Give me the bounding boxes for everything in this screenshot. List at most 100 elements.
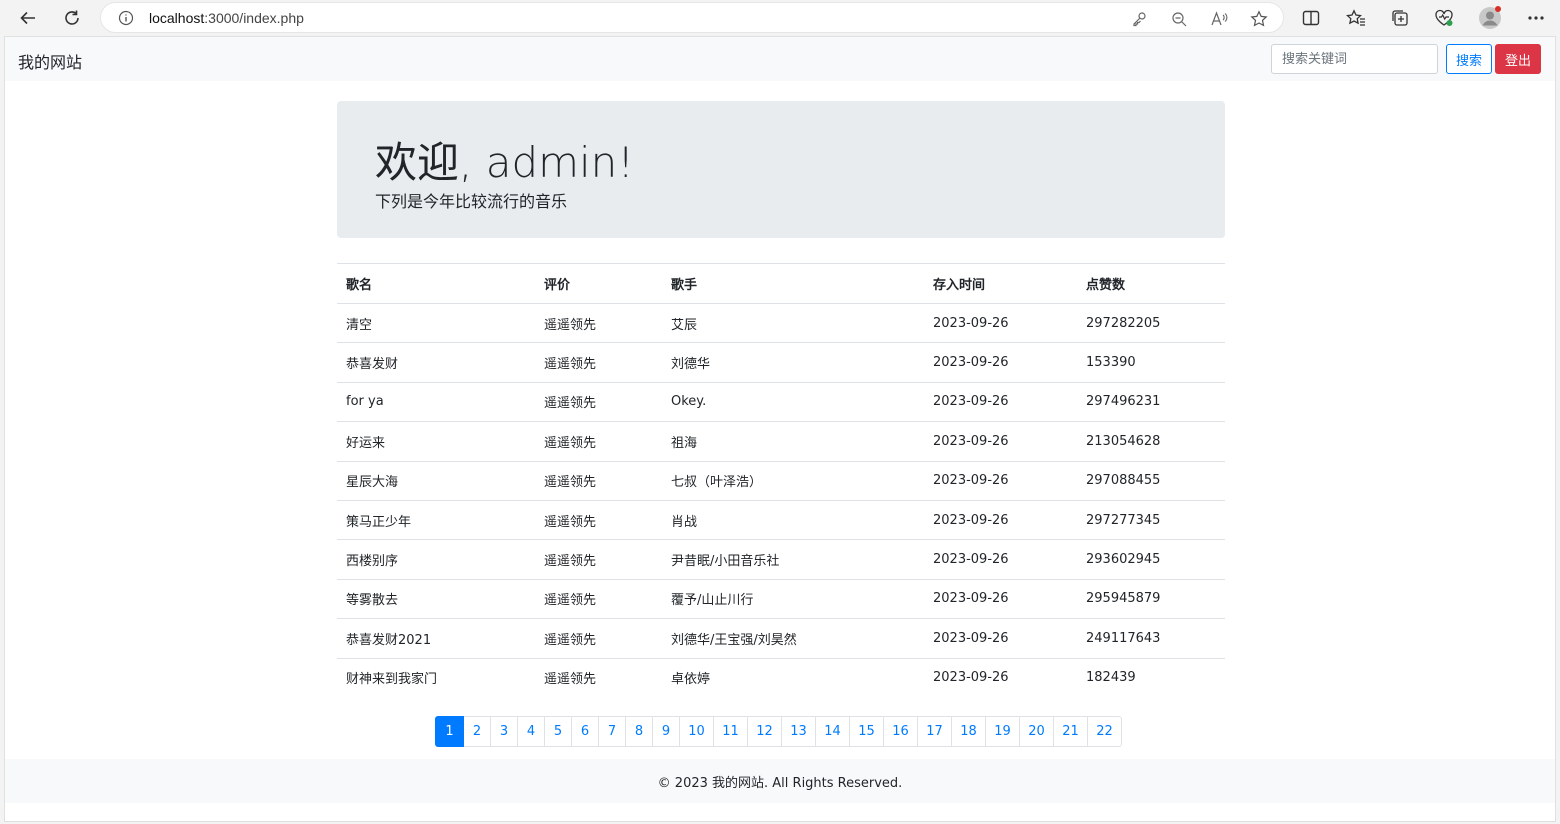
song-rating: 遥遥领先 — [544, 317, 597, 333]
favorite-star-icon[interactable] — [1249, 9, 1269, 29]
column-header-title: 歌名 — [337, 263, 535, 304]
table-row: for ya 遥遥领先 Okey. 2023-09-26 297496231 — [337, 381, 1225, 422]
table-row: 策马正少年 遥遥领先 肖战 2023-09-26 297277345 — [337, 499, 1225, 540]
page-link-4[interactable]: 4 — [517, 716, 545, 747]
song-artist: Okey. — [662, 381, 924, 422]
collections-icon[interactable] — [1388, 6, 1412, 30]
page-link-7[interactable]: 7 — [598, 716, 626, 747]
page-link-6[interactable]: 6 — [571, 716, 599, 747]
song-date: 2023-09-26 — [924, 618, 1077, 659]
url-text[interactable]: localhost:3000/index.php — [149, 10, 304, 26]
song-artist: 祖海 — [662, 421, 924, 462]
site-brand[interactable]: 我的网站 — [18, 49, 82, 73]
song-rating: 遥遥领先 — [535, 421, 662, 462]
songs-table: 歌名 评价 歌手 存入时间 点赞数 清空 遥遥领先 艾辰 2023-09-26 … — [337, 263, 1225, 698]
song-artist: 刘德华/王宝强/刘昊然 — [662, 618, 924, 659]
zoom-out-icon[interactable] — [1169, 9, 1189, 29]
more-menu-icon[interactable] — [1524, 6, 1548, 30]
page-link-15[interactable]: 15 — [849, 716, 884, 747]
song-rating: 遥遥领先 — [535, 342, 662, 383]
song-likes: 297088455 — [1077, 460, 1225, 501]
page-link-20[interactable]: 20 — [1019, 716, 1054, 747]
key-icon[interactable] — [1129, 9, 1149, 29]
table-row: 等雾散去 遥遥领先 覆予/山止川行 2023-09-26 295945879 — [337, 578, 1225, 619]
song-rating: 遥遥领先 — [535, 499, 662, 540]
song-likes: 153390 — [1077, 342, 1225, 383]
song-artist: 覆予/山止川行 — [662, 578, 924, 619]
page-link-5[interactable]: 5 — [544, 716, 572, 747]
favorites-icon[interactable] — [1344, 6, 1368, 30]
page-link-14[interactable]: 14 — [815, 716, 850, 747]
page-link-2[interactable]: 2 — [463, 716, 491, 747]
read-aloud-icon[interactable] — [1209, 9, 1229, 29]
song-date: 2023-09-26 — [924, 578, 1077, 619]
page-link-3[interactable]: 3 — [490, 716, 518, 747]
song-rating: 遥遥领先 — [535, 539, 662, 580]
page-link-18[interactable]: 18 — [951, 716, 986, 747]
info-icon[interactable] — [117, 9, 135, 27]
back-arrow-icon[interactable] — [14, 4, 42, 32]
song-rating: 遥遥领先 — [535, 460, 662, 501]
song-likes: 249117643 — [1077, 618, 1225, 659]
song-title: 好运来 — [337, 421, 535, 462]
song-artist: 艾辰 — [671, 317, 698, 333]
song-title: for ya — [337, 381, 535, 422]
song-likes: 293602945 — [1077, 539, 1225, 580]
song-rating: 遥遥领先 — [535, 381, 662, 422]
page-link-13[interactable]: 13 — [781, 716, 816, 747]
site-footer: © 2023 我的网站. All Rights Reserved. — [5, 759, 1555, 803]
footer-copyright: © 2023 我的网站. All Rights Reserved. — [657, 775, 903, 791]
page-link-12[interactable]: 12 — [747, 716, 782, 747]
song-artist: 肖战 — [662, 499, 924, 540]
song-title: 策马正少年 — [337, 499, 535, 540]
refresh-icon[interactable] — [58, 4, 86, 32]
search-button[interactable]: 搜索 — [1446, 44, 1492, 74]
song-rating: 遥遥领先 — [535, 618, 662, 659]
table-row: 好运来 遥遥领先 祖海 2023-09-26 213054628 — [337, 421, 1225, 462]
page-link-8[interactable]: 8 — [625, 716, 653, 747]
page-link-1[interactable]: 1 — [435, 716, 464, 747]
welcome-subtitle: 下列是今年比较流行的音乐 — [375, 192, 568, 211]
logout-button[interactable]: 登出 — [1495, 44, 1541, 74]
song-date: 2023-09-26 — [924, 499, 1077, 540]
profile-avatar-icon[interactable] — [1478, 6, 1502, 30]
browser-essentials-icon[interactable] — [1432, 6, 1456, 30]
song-likes: 297496231 — [1077, 381, 1225, 422]
column-header-rating: 评价 — [535, 263, 662, 304]
table-row: 清空 遥遥领先 艾辰 2023-09-26 297282205 — [337, 304, 1225, 343]
song-artist: 尹昔眠/小田音乐社 — [662, 539, 924, 580]
page-link-11[interactable]: 11 — [713, 716, 748, 747]
site-navbar: 我的网站 搜索 登出 — [5, 37, 1555, 81]
page-link-9[interactable]: 9 — [652, 716, 680, 747]
song-rating: 遥遥领先 — [535, 657, 662, 698]
column-header-date: 存入时间 — [924, 263, 1077, 304]
page-link-19[interactable]: 19 — [985, 716, 1020, 747]
page-link-17[interactable]: 17 — [917, 716, 952, 747]
song-artist: 刘德华 — [662, 342, 924, 383]
split-screen-icon[interactable] — [1299, 6, 1323, 30]
song-title: 西楼别序 — [337, 539, 535, 580]
song-date: 2023-09-26 — [924, 381, 1077, 422]
page-link-10[interactable]: 10 — [679, 716, 714, 747]
page-link-16[interactable]: 16 — [883, 716, 918, 747]
song-likes: 182439 — [1077, 657, 1225, 698]
address-bar[interactable]: localhost:3000/index.php — [100, 2, 1284, 33]
page-link-22[interactable]: 22 — [1087, 716, 1122, 747]
table-row: 恭喜发财2021 遥遥领先 刘德华/王宝强/刘昊然 2023-09-26 249… — [337, 618, 1225, 659]
page-link-21[interactable]: 21 — [1053, 716, 1088, 747]
song-artist: 卓依婷 — [662, 657, 924, 698]
song-likes: 295945879 — [1077, 578, 1225, 619]
column-header-likes: 点赞数 — [1077, 263, 1225, 304]
table-row: 星辰大海 遥遥领先 七叔（叶泽浩） 2023-09-26 297088455 — [337, 460, 1225, 501]
song-date: 2023-09-26 — [933, 315, 1009, 331]
page-viewport: 我的网站 搜索 登出 欢迎, admin! 下列是今年比较流行的音乐 歌名 评价… — [4, 36, 1556, 822]
song-date: 2023-09-26 — [924, 460, 1077, 501]
pagination: 1 2 3 4 5 6 7 8 9 10 11 12 13 14 15 16 1… — [435, 716, 1122, 747]
song-likes: 297277345 — [1077, 499, 1225, 540]
song-date: 2023-09-26 — [924, 539, 1077, 580]
song-title: 恭喜发财 — [337, 342, 535, 383]
song-title: 清空 — [346, 317, 373, 333]
column-header-artist: 歌手 — [662, 263, 924, 304]
song-title: 恭喜发财2021 — [337, 618, 535, 659]
search-input[interactable] — [1271, 44, 1438, 74]
